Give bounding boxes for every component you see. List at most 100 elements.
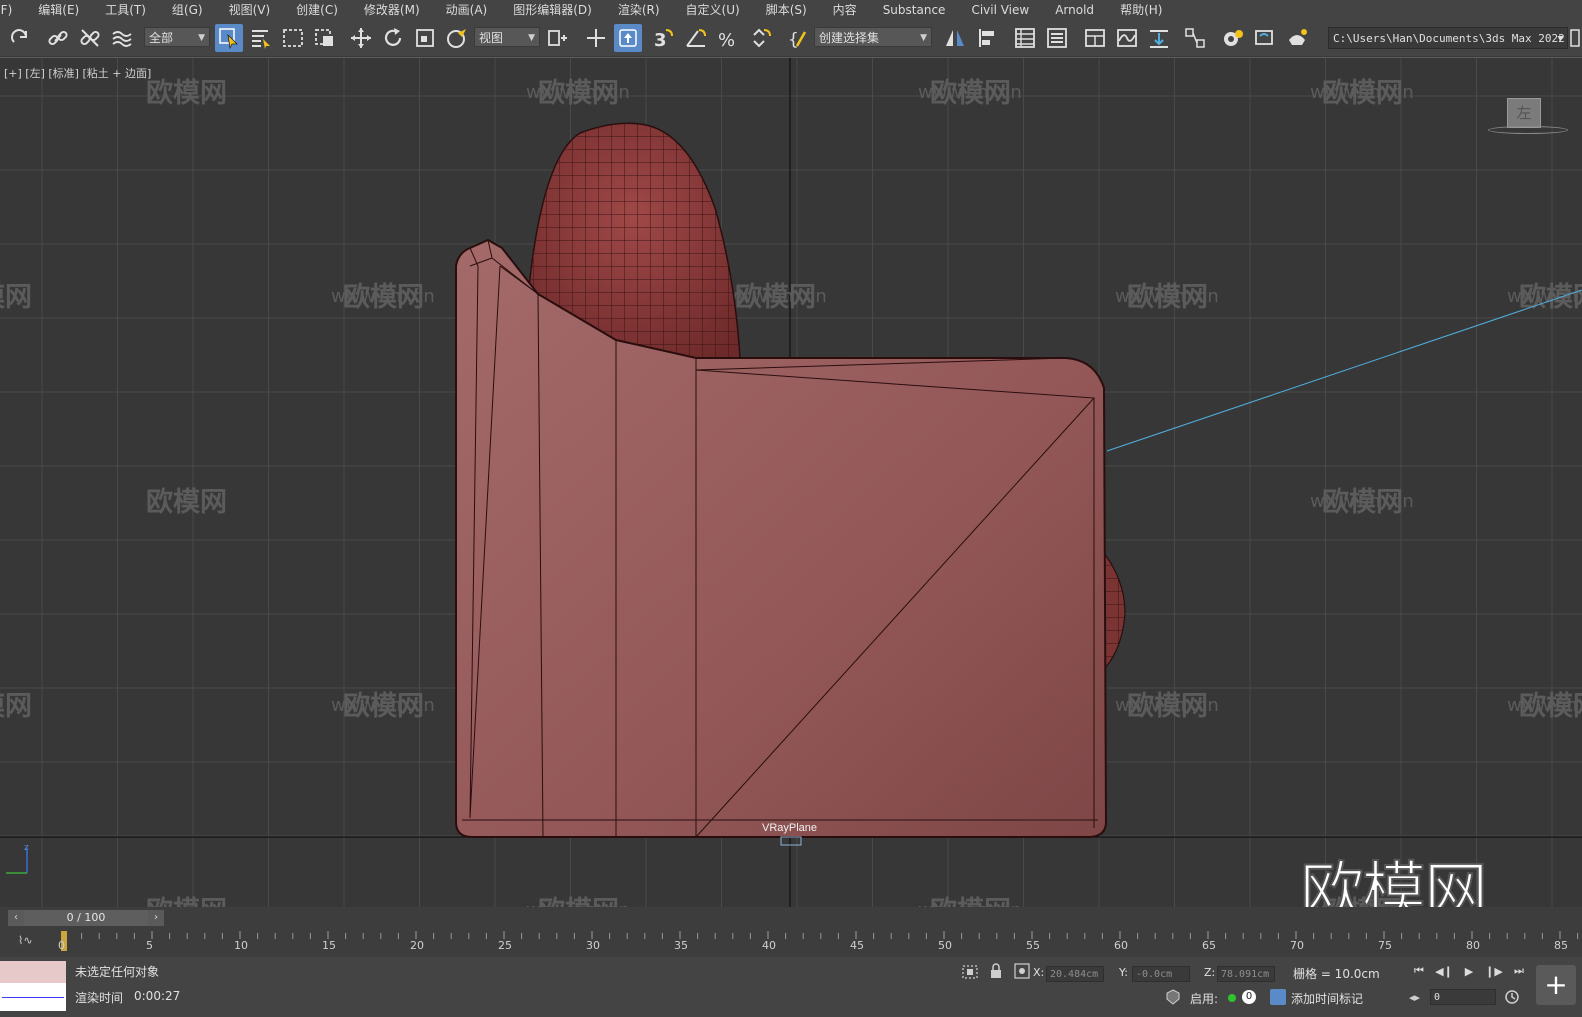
menu-item-1[interactable]: 编辑(E)	[25, 1, 92, 18]
snaps-toggle-icon[interactable]: 3	[650, 24, 678, 52]
menu-item-2[interactable]: 工具(T)	[92, 1, 159, 18]
menu-bar: (F)编辑(E)工具(T)组(G)视图(V)创建(C)修改器(M)动画(A)图形…	[0, 0, 1582, 19]
ref-coord-system-dropdown[interactable]: 视图 ▼	[474, 27, 540, 47]
lock-icon[interactable]	[989, 963, 1003, 979]
viewcube-ring[interactable]	[1488, 126, 1568, 134]
redo-icon[interactable]	[6, 24, 34, 52]
pivot-center-icon[interactable]	[543, 24, 571, 52]
curve-editor-icon[interactable]	[1113, 24, 1141, 52]
menu-item-7[interactable]: 动画(A)	[433, 1, 501, 18]
render-setup-icon[interactable]	[1219, 24, 1247, 52]
timeline-tick-label: 45	[850, 939, 864, 952]
maxscript-mini-listener[interactable]	[0, 961, 66, 1011]
isolate-selection-icon[interactable]	[961, 964, 979, 980]
time-config-icon[interactable]	[1504, 989, 1520, 1005]
viewport-label[interactable]: [+] [左] [标准] [粘土 + 边面]	[4, 65, 151, 81]
prev-frame-button[interactable]: ‹	[8, 910, 24, 926]
add-time-tag[interactable]: 添加时间标记	[1291, 990, 1363, 1007]
align-icon[interactable]	[973, 24, 1001, 52]
timeline-tick-label: 20	[410, 939, 424, 952]
select-manipulate-icon[interactable]	[582, 24, 610, 52]
x-coord-field[interactable]: 20.484cm	[1046, 966, 1104, 982]
y-coord-field[interactable]: -0.0cm	[1132, 966, 1190, 982]
selection-filter-dropdown[interactable]: 全部 ▼	[144, 27, 210, 47]
menu-item-0[interactable]: (F)	[0, 3, 25, 17]
go-to-start-icon[interactable]: ⏮	[1409, 962, 1429, 980]
select-by-name-icon[interactable]	[247, 24, 275, 52]
play-icon[interactable]: ▶	[1459, 962, 1479, 980]
chevron-down-icon: ▼	[1557, 34, 1563, 44]
timeline-tick-label: 85	[1554, 939, 1568, 952]
link-icon[interactable]	[44, 24, 72, 52]
render-time-value: 0:00:27	[134, 989, 181, 1003]
menu-item-16[interactable]: 帮助(H)	[1107, 1, 1175, 18]
z-coord-field[interactable]: 78.091cm	[1217, 966, 1275, 982]
menu-item-4[interactable]: 视图(V)	[216, 1, 284, 18]
timeline-tick-label: 30	[586, 939, 600, 952]
track-bar[interactable]: ⌇∿ 0 5 10 15 20 25 30 35 40 45 50 55 60 65 70 75 80 85	[0, 929, 1582, 957]
enable-label: 启用:	[1190, 992, 1219, 1006]
menu-item-15[interactable]: Arnold	[1042, 3, 1107, 17]
time-tag-icon[interactable]	[1270, 989, 1286, 1005]
bind-spacewarp-icon[interactable]	[108, 24, 136, 52]
adaptive-degradation-icon[interactable]	[1165, 989, 1181, 1005]
keyboard-shortcut-override-icon[interactable]	[614, 24, 642, 52]
menu-item-12[interactable]: 内容	[820, 1, 870, 18]
watermark-text: 欧模网	[0, 282, 32, 313]
menu-item-9[interactable]: 渲染(R)	[605, 1, 673, 18]
move-icon[interactable]	[347, 24, 375, 52]
main-toolbar: 全部 ▼ 视图 ▼ 3 % { 创建选择集 ▼ C:\Users\Han\Docume…	[0, 19, 1582, 57]
toolbar-overflow-icon[interactable]	[1568, 24, 1582, 52]
menu-item-8[interactable]: 图形编辑器(D)	[500, 1, 605, 18]
menu-item-5[interactable]: 创建(C)	[283, 1, 351, 18]
scene-explorer-icon[interactable]	[1011, 24, 1039, 52]
percent-snap-icon[interactable]: %	[714, 24, 742, 52]
next-frame-button[interactable]: ›	[148, 910, 164, 926]
menu-item-3[interactable]: 组(G)	[159, 1, 216, 18]
watermark-text: 欧模网	[735, 282, 816, 313]
x-label: X:	[1033, 966, 1045, 979]
mirror-icon[interactable]	[941, 24, 969, 52]
menu-item-10[interactable]: 自定义(U)	[673, 1, 753, 18]
frame-display[interactable]: 0 / 100	[24, 910, 148, 926]
prev-key-icon[interactable]: ◀❙	[1434, 962, 1454, 980]
rotate-icon[interactable]	[379, 24, 407, 52]
watermark-text: 欧模网	[930, 896, 1011, 907]
current-frame-field[interactable]: 0	[1430, 989, 1496, 1005]
vrayplane-gizmo[interactable]	[780, 836, 802, 846]
scale-icon[interactable]	[411, 24, 439, 52]
go-to-end-icon[interactable]: ⏭	[1509, 962, 1529, 980]
frame-spinner-icon[interactable]: ◂▸	[1409, 991, 1420, 1004]
timeline-tick-label: 55	[1026, 939, 1040, 952]
placement-icon[interactable]	[443, 24, 471, 52]
absolute-mode-icon[interactable]	[1014, 963, 1030, 979]
edit-named-selection-icon[interactable]: {	[784, 24, 812, 52]
named-selection-set-dropdown[interactable]: 创建选择集 ▼	[814, 27, 932, 47]
next-key-icon[interactable]: ❙▶	[1484, 962, 1504, 980]
rect-selection-region-icon[interactable]	[279, 24, 307, 52]
watermark-text: 欧模网	[343, 691, 424, 722]
menu-item-11[interactable]: 脚本(S)	[753, 1, 820, 18]
layer-explorer-icon[interactable]	[1043, 24, 1071, 52]
spinner-snap-icon[interactable]	[746, 24, 774, 52]
menu-item-13[interactable]: Substance	[870, 3, 959, 17]
create-panel-button[interactable]: +	[1536, 965, 1576, 1005]
time-slider[interactable]: ‹ 0 / 100 ›	[0, 907, 1582, 929]
svg-text:z: z	[24, 843, 29, 853]
render-production-icon[interactable]	[1283, 24, 1311, 52]
window-crossing-icon[interactable]	[311, 24, 339, 52]
viewcube[interactable]: 左	[1507, 98, 1541, 128]
select-object-icon[interactable]	[215, 24, 243, 52]
project-path-field[interactable]: C:\Users\Han\Documents\3ds Max 2022 ▼	[1328, 27, 1568, 49]
menu-item-14[interactable]: Civil View	[958, 3, 1042, 17]
viewport-left[interactable]: 欧模网www.om.cn欧模网www.om.cn欧模网www.om.cn欧模网w…	[0, 57, 1582, 908]
timeline-tick-label: 80	[1466, 939, 1480, 952]
toggle-ribbon-icon[interactable]	[1081, 24, 1109, 52]
rendered-frame-window-icon[interactable]	[1251, 24, 1279, 52]
unlink-icon[interactable]	[76, 24, 104, 52]
material-editor-icon[interactable]	[1181, 24, 1209, 52]
menu-item-6[interactable]: 修改器(M)	[351, 1, 433, 18]
timeline-tick-label: 75	[1378, 939, 1392, 952]
angle-snap-icon[interactable]	[682, 24, 710, 52]
schematic-view-icon[interactable]	[1145, 24, 1173, 52]
